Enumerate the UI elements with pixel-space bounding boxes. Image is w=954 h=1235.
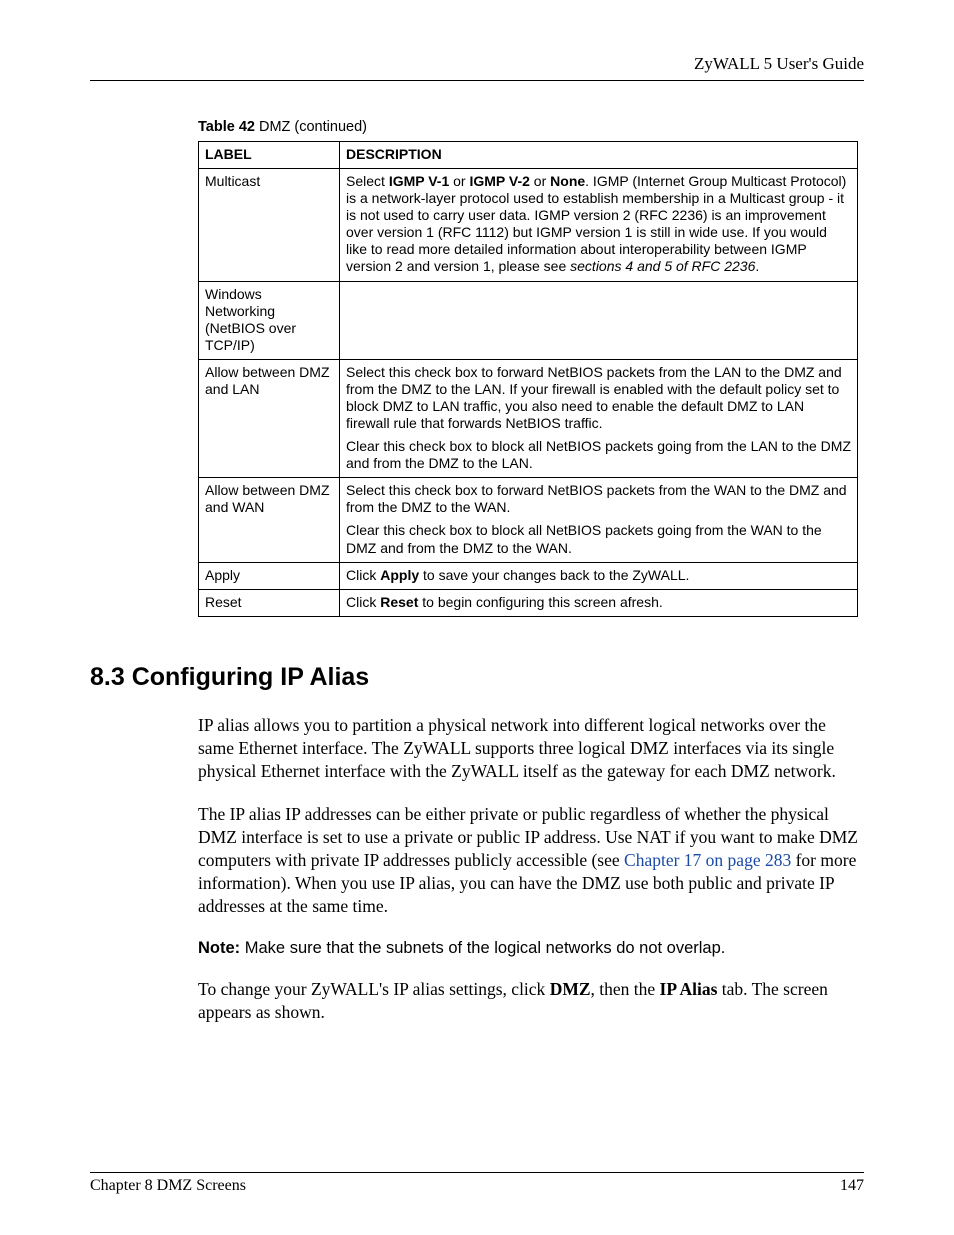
- table-row: Allow between DMZ and WAN Select this ch…: [199, 478, 858, 562]
- desc-cell-dmz-wan: Select this check box to forward NetBIOS…: [340, 478, 858, 562]
- table-row: Reset Click Reset to begin configuring t…: [199, 589, 858, 616]
- label-cell-apply: Apply: [199, 562, 340, 589]
- body-paragraph: IP alias allows you to partition a physi…: [198, 714, 858, 783]
- footer-chapter: Chapter 8 DMZ Screens: [90, 1177, 246, 1195]
- label-cell-dmz-lan: Allow between DMZ and LAN: [199, 359, 340, 477]
- col-header-label: LABEL: [199, 142, 340, 169]
- footer-page-number: 147: [840, 1177, 864, 1195]
- table-row: Windows Networking (NetBIOS over TCP/IP): [199, 281, 858, 359]
- section-heading: 8.3 Configuring IP Alias: [90, 663, 864, 692]
- label-cell-winnet: Windows Networking (NetBIOS over TCP/IP): [199, 281, 340, 359]
- table-caption-text: DMZ (continued): [255, 119, 367, 135]
- body-paragraph: To change your ZyWALL's IP alias setting…: [198, 978, 858, 1024]
- label-cell-multicast: Multicast: [199, 169, 340, 281]
- desc-cell-apply: Click Apply to save your changes back to…: [340, 562, 858, 589]
- table-caption-number: Table 42: [198, 119, 255, 135]
- label-cell-dmz-wan: Allow between DMZ and WAN: [199, 478, 340, 562]
- dmz-table: LABEL DESCRIPTION Multicast Select IGMP …: [198, 141, 858, 617]
- page-footer: Chapter 8 DMZ Screens 147: [90, 1172, 864, 1195]
- desc-cell-reset: Click Reset to begin configuring this sc…: [340, 589, 858, 616]
- header-guide-title: ZyWALL 5 User's Guide: [90, 54, 864, 74]
- header-rule: [90, 80, 864, 81]
- body-paragraph: The IP alias IP addresses can be either …: [198, 803, 858, 918]
- desc-cell-dmz-lan: Select this check box to forward NetBIOS…: [340, 359, 858, 477]
- footer-rule: [90, 1172, 864, 1173]
- cross-reference-link[interactable]: Chapter 17 on page 283: [624, 850, 791, 870]
- table-caption: Table 42 DMZ (continued): [198, 119, 864, 135]
- table-row: Apply Click Apply to save your changes b…: [199, 562, 858, 589]
- table-row: Multicast Select IGMP V-1 or IGMP V-2 or…: [199, 169, 858, 281]
- desc-cell-multicast: Select IGMP V-1 or IGMP V-2 or None. IGM…: [340, 169, 858, 281]
- label-cell-reset: Reset: [199, 589, 340, 616]
- table-row: Allow between DMZ and LAN Select this ch…: [199, 359, 858, 477]
- desc-cell-winnet: [340, 281, 858, 359]
- note-paragraph: Note: Make sure that the subnets of the …: [198, 939, 858, 958]
- col-header-description: DESCRIPTION: [340, 142, 858, 169]
